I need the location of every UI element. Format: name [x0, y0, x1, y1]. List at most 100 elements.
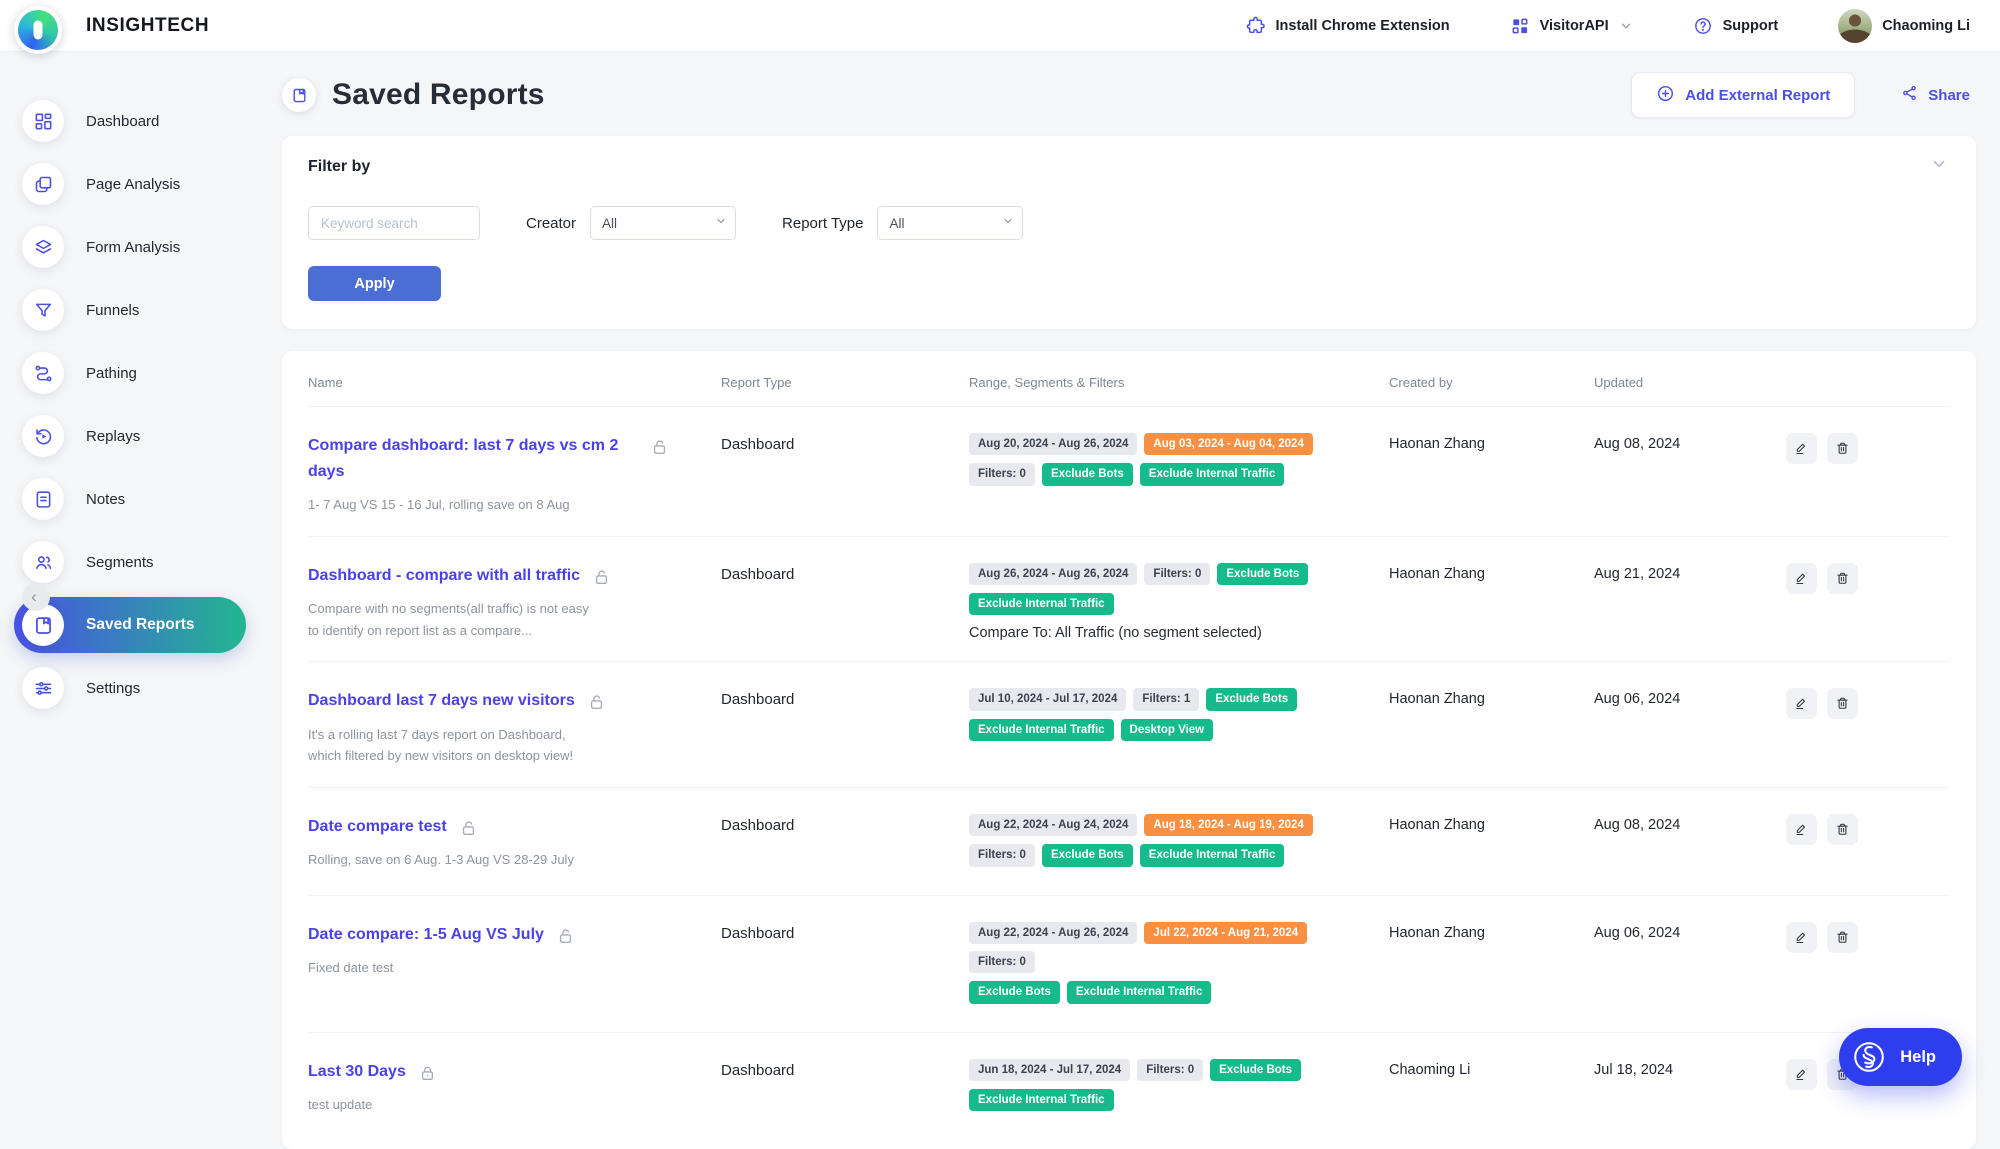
badge: Filters: 0: [1137, 1059, 1203, 1081]
range-segments-filters: Aug 20, 2024 - Aug 26, 2024Aug 03, 2024 …: [969, 433, 1389, 494]
saved-reports-table: NameReport TypeRange, Segments & Filters…: [282, 351, 1976, 1149]
sidebar-item-settings[interactable]: Settings: [0, 667, 258, 709]
report-name-link[interactable]: Dashboard last 7 days new visitors: [308, 688, 575, 714]
report-description: test update: [308, 1094, 598, 1115]
form-analysis-icon: [22, 226, 64, 268]
badge: Jul 10, 2024 - Jul 17, 2024: [969, 688, 1126, 710]
badge: Exclude Bots: [1206, 688, 1297, 710]
edit-report-button[interactable]: [1786, 814, 1817, 845]
pencil-icon: [1794, 1067, 1809, 1082]
badge: Exclude Bots: [969, 981, 1060, 1003]
report-name-link[interactable]: Date compare test: [308, 814, 447, 840]
edit-report-button[interactable]: [1786, 433, 1817, 464]
grid-icon: [1510, 16, 1530, 36]
brand-name: INSIGHTECH: [86, 15, 209, 37]
sidebar-item-notes[interactable]: Notes: [0, 478, 258, 520]
lock-open-icon: [459, 814, 478, 838]
edit-report-button[interactable]: [1786, 688, 1817, 719]
badge: Exclude Internal Traffic: [1140, 844, 1285, 866]
edit-report-button[interactable]: [1786, 1059, 1817, 1090]
filter-title: Filter by: [308, 158, 1950, 176]
install-chrome-extension-button[interactable]: Install Chrome Extension: [1239, 14, 1456, 37]
page-title: Saved Reports: [332, 78, 545, 112]
sidebar-item-replays[interactable]: Replays: [0, 415, 258, 457]
report-name-link[interactable]: Dashboard - compare with all traffic: [308, 563, 580, 589]
sidebar-item-page-analysis[interactable]: Page Analysis: [0, 163, 258, 205]
report-name-link[interactable]: Last 30 Days: [308, 1059, 406, 1085]
funnels-icon: [22, 289, 64, 331]
visitor-api-menu[interactable]: VisitorAPI: [1504, 15, 1639, 37]
range-segments-filters: Aug 22, 2024 - Aug 24, 2024Aug 18, 2024 …: [969, 814, 1389, 875]
user-menu[interactable]: Chaoming Li: [1832, 8, 1976, 44]
share-button[interactable]: Share: [1895, 83, 1976, 107]
help-button[interactable]: Help: [1839, 1028, 1962, 1086]
report-name-link[interactable]: Compare dashboard: last 7 days vs cm 2 d…: [308, 433, 638, 484]
updated-date: Aug 08, 2024: [1594, 433, 1786, 452]
badge: Jun 18, 2024 - Jul 17, 2024: [969, 1059, 1130, 1081]
apply-button[interactable]: Apply: [308, 266, 441, 301]
sidebar-item-saved-reports[interactable]: Saved Reports: [14, 597, 246, 653]
pencil-icon: [1794, 930, 1809, 945]
support-button[interactable]: Support: [1687, 15, 1785, 37]
delete-report-button[interactable]: [1827, 688, 1858, 719]
avatar: [1838, 9, 1872, 43]
dashboard-icon: [22, 100, 64, 142]
help-label: Help: [1900, 1048, 1936, 1067]
report-type: Dashboard: [721, 433, 969, 453]
sidebar-item-label: Page Analysis: [86, 176, 180, 193]
delete-report-button[interactable]: [1827, 814, 1858, 845]
delete-report-button[interactable]: [1827, 922, 1858, 953]
badge: Exclude Internal Traffic: [969, 593, 1114, 615]
add-external-report-label: Add External Report: [1685, 87, 1830, 104]
add-external-report-button[interactable]: Add External Report: [1631, 72, 1855, 118]
sidebar-item-segments[interactable]: Segments: [0, 541, 258, 583]
filter-collapse-button[interactable]: [1924, 154, 1954, 177]
edit-report-button[interactable]: [1786, 563, 1817, 594]
share-icon: [1901, 84, 1919, 106]
sidebar-item-label: Replays: [86, 428, 140, 445]
badge: Exclude Internal Traffic: [969, 1089, 1114, 1111]
pencil-icon: [1794, 441, 1809, 456]
sidebar-item-pathing[interactable]: Pathing: [0, 352, 258, 394]
report-description: 1- 7 Aug VS 15 - 16 Jul, rolling save on…: [308, 494, 598, 515]
table-row: Last 30 Days test update Dashboard Jun 1…: [308, 1033, 1950, 1140]
edit-report-button[interactable]: [1786, 922, 1817, 953]
range-segments-filters: Aug 26, 2024 - Aug 26, 2024Filters: 0Exc…: [969, 563, 1389, 642]
trash-icon: [1835, 822, 1850, 837]
lock-open-icon: [587, 688, 606, 712]
updated-date: Aug 08, 2024: [1594, 814, 1786, 833]
pencil-icon: [1794, 822, 1809, 837]
badge: Exclude Bots: [1042, 844, 1133, 866]
updated-date: Aug 21, 2024: [1594, 563, 1786, 582]
column-header-name: Name: [308, 375, 721, 390]
report-type: Dashboard: [721, 922, 969, 942]
question-circle-icon: [1693, 16, 1713, 36]
trash-icon: [1835, 696, 1850, 711]
report-type: Dashboard: [721, 688, 969, 708]
badge: Exclude Bots: [1042, 463, 1133, 485]
table-header-row: NameReport TypeRange, Segments & Filters…: [308, 351, 1950, 407]
sidebar-item-dashboard[interactable]: Dashboard: [0, 100, 258, 142]
report-name-link[interactable]: Date compare: 1-5 Aug VS July: [308, 922, 544, 948]
delete-report-button[interactable]: [1827, 563, 1858, 594]
table-row: Compare dashboard: last 7 days vs cm 2 d…: [308, 407, 1950, 537]
sidebar-item-form-analysis[interactable]: Form Analysis: [0, 226, 258, 268]
table-row: Dashboard - compare with all traffic Com…: [308, 537, 1950, 663]
plus-circle-icon: [1656, 84, 1675, 107]
sidebar-collapse-button[interactable]: ‹: [22, 583, 50, 611]
sidebar: Dashboard Page Analysis Form Analysis Fu…: [0, 52, 258, 1112]
sidebar-item-funnels[interactable]: Funnels: [0, 289, 258, 331]
chevron-down-icon: [1619, 19, 1633, 33]
report-type-select[interactable]: All: [877, 206, 1023, 240]
column-header-created-by: Created by: [1389, 375, 1594, 390]
delete-report-button[interactable]: [1827, 433, 1858, 464]
badge: Exclude Bots: [1217, 563, 1308, 585]
support-label: Support: [1723, 18, 1779, 34]
notes-icon: [22, 478, 64, 520]
report-type: Dashboard: [721, 1059, 969, 1079]
creator-select[interactable]: All: [590, 206, 736, 240]
help-logo-icon: [1850, 1038, 1888, 1076]
visitor-api-label: VisitorAPI: [1540, 18, 1609, 34]
brand[interactable]: INSIGHTECH: [14, 0, 209, 54]
keyword-search-input[interactable]: [308, 206, 480, 240]
